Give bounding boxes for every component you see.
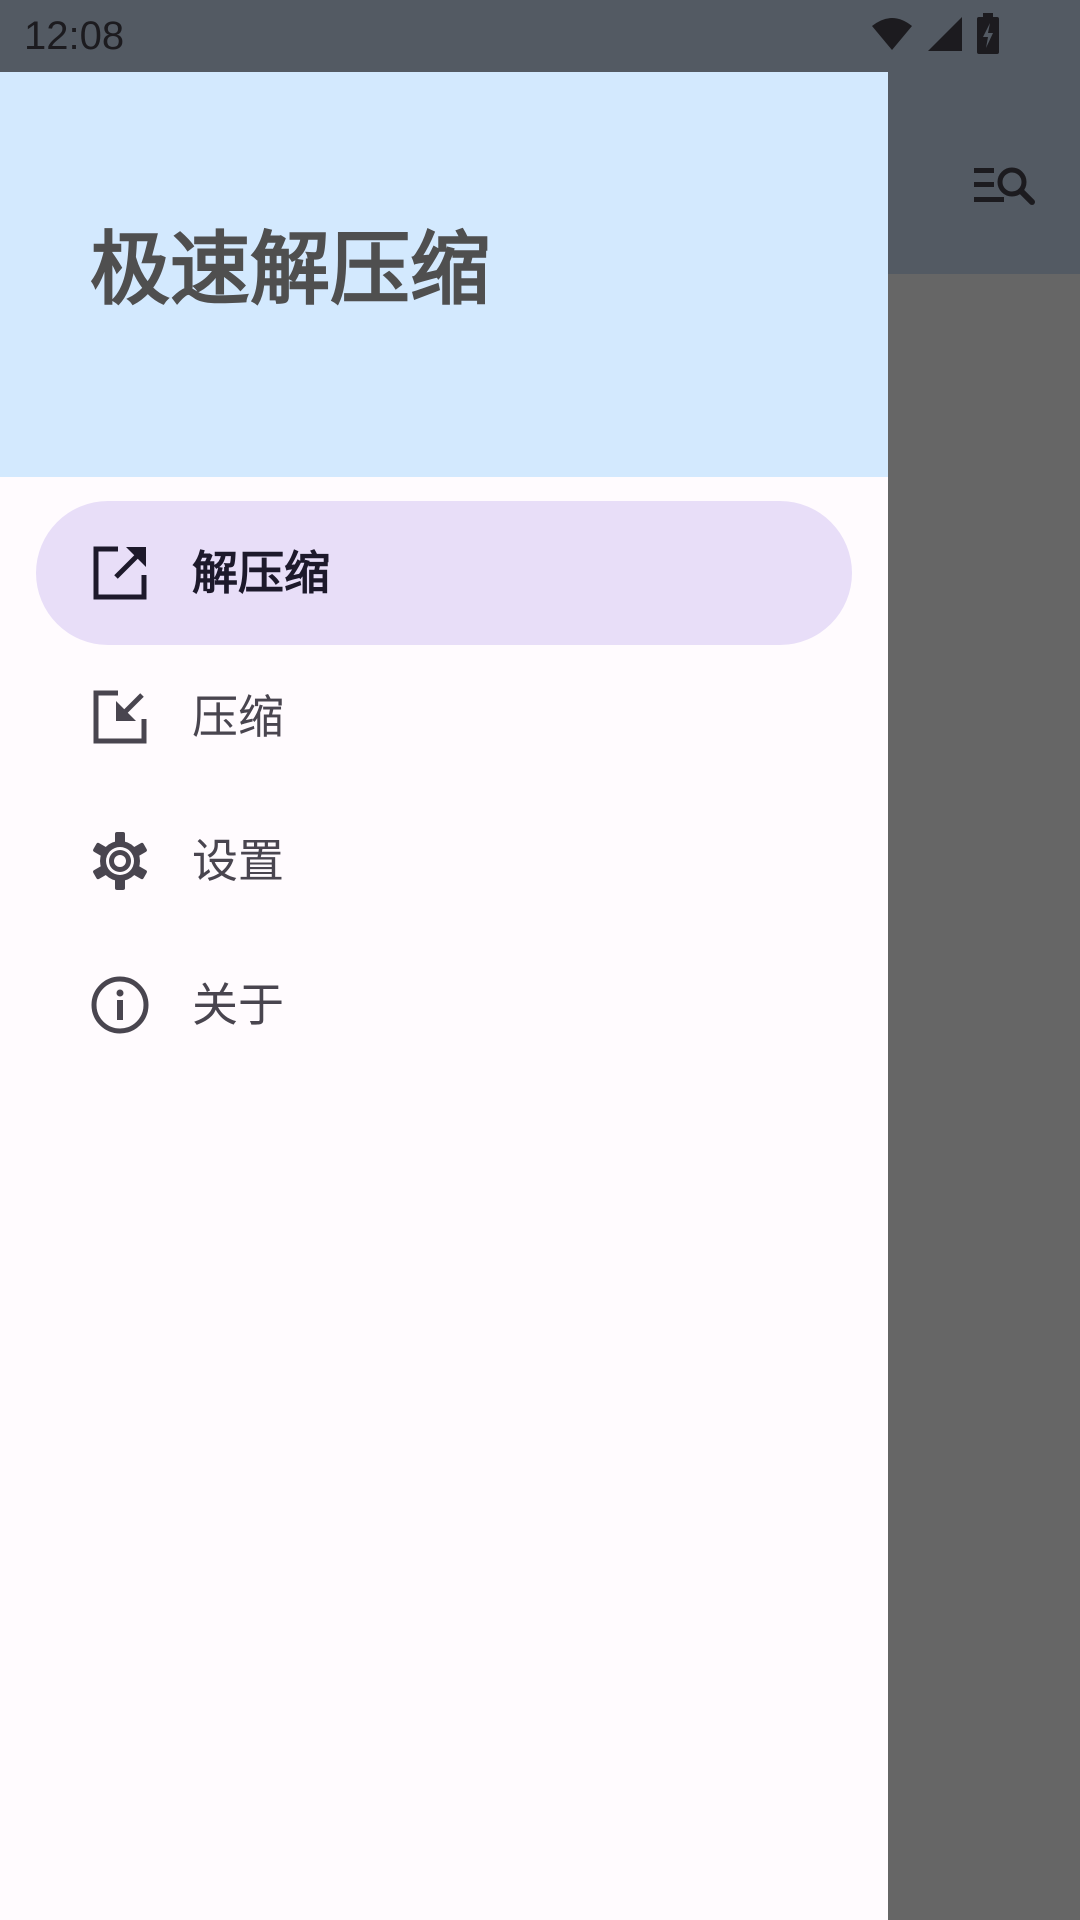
nav-list: 解压缩 压缩 设置 关于: [0, 501, 888, 1077]
unzip-export-icon: [90, 543, 150, 603]
cellular-signal-icon: [926, 15, 964, 57]
drawer-title: 极速解压缩: [90, 223, 490, 316]
nav-item-label: 解压缩: [192, 546, 330, 600]
filter-search-button[interactable]: [968, 152, 1040, 224]
status-icons: [870, 12, 1000, 60]
nav-item-label: 关于: [192, 978, 284, 1032]
nav-item-label: 设置: [192, 834, 284, 888]
screen: 12:08 极速解压缩 解压缩 压缩 设置 关于: [0, 0, 1080, 1920]
battery-charging-icon: [976, 13, 1000, 59]
settings-gear-icon: [90, 831, 150, 891]
nav-item-unzip[interactable]: 解压缩: [36, 501, 852, 645]
nav-item-label: 压缩: [192, 690, 284, 744]
status-bar: 12:08: [0, 0, 1080, 72]
status-time: 12:08: [24, 14, 125, 58]
navigation-drawer: 极速解压缩 解压缩 压缩 设置 关于: [0, 72, 888, 1920]
zip-import-icon: [90, 687, 150, 747]
nav-item-zip[interactable]: 压缩: [36, 645, 852, 789]
drawer-header: 极速解压缩: [0, 72, 888, 477]
info-icon: [90, 975, 150, 1035]
nav-item-about[interactable]: 关于: [36, 933, 852, 1077]
wifi-icon: [870, 16, 914, 56]
filter-search-icon: [972, 164, 1036, 212]
nav-item-settings[interactable]: 设置: [36, 789, 852, 933]
